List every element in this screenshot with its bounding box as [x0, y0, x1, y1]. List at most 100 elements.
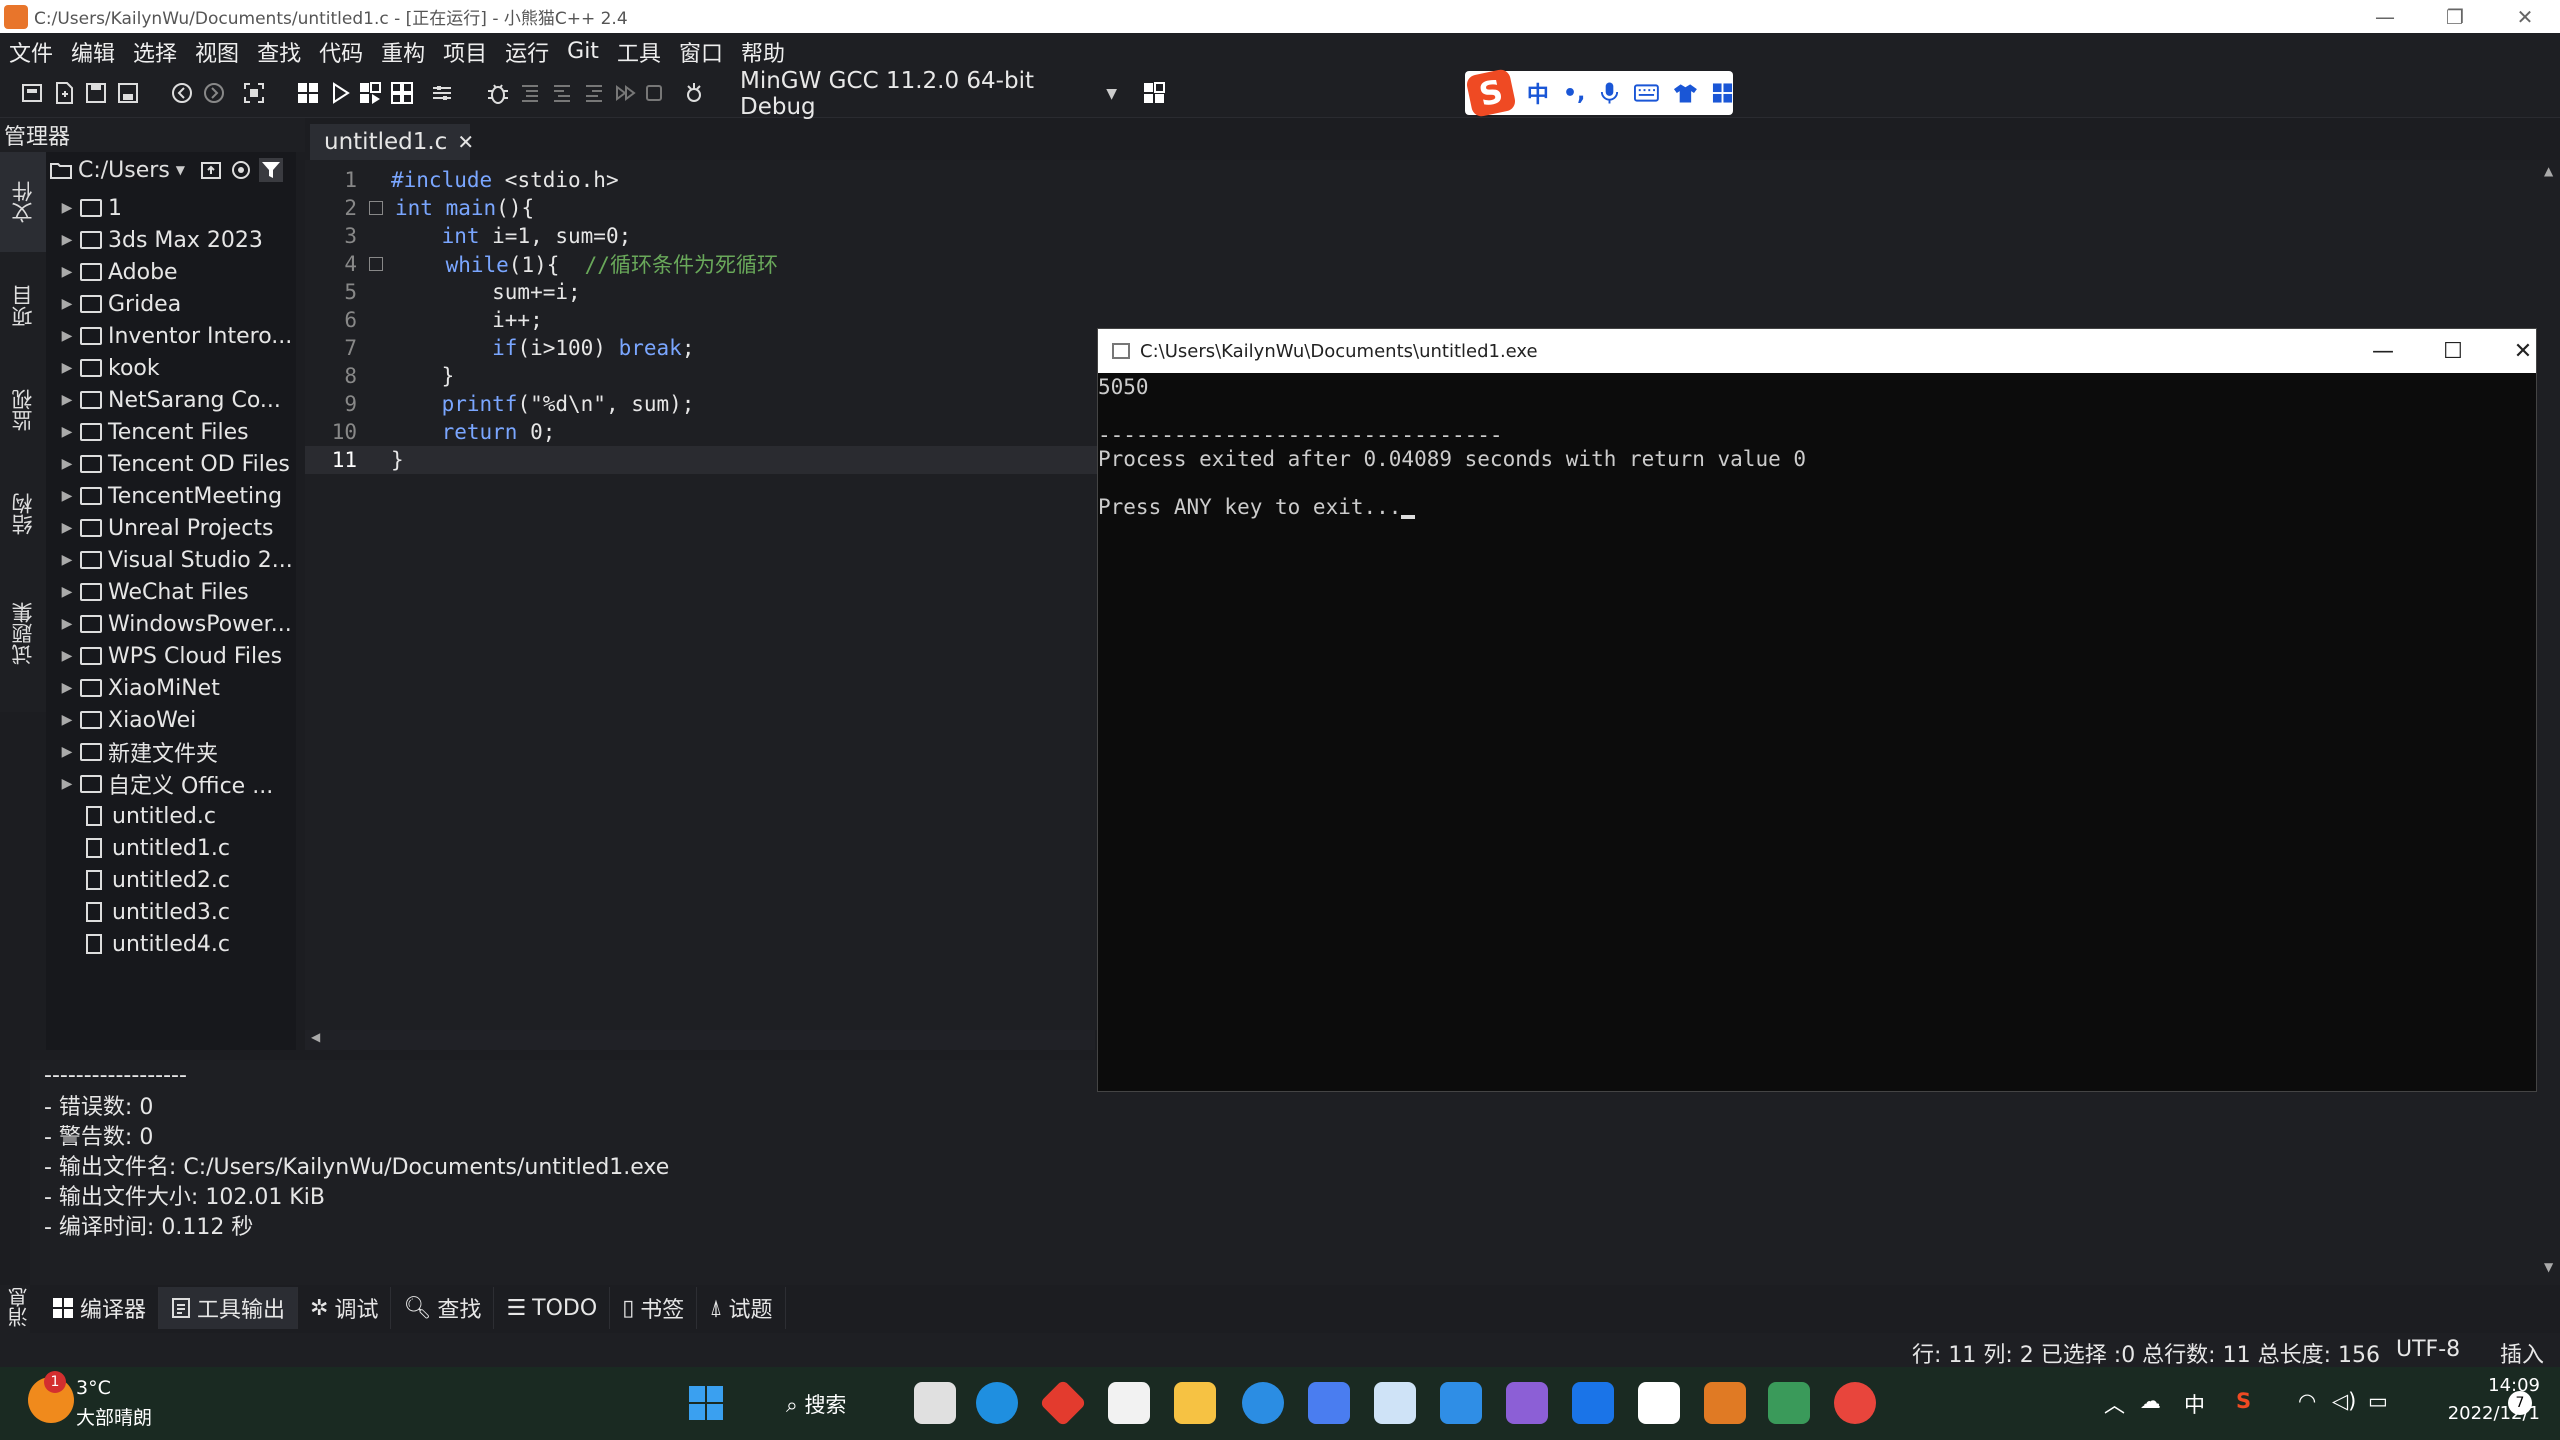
tab-compiler[interactable]: 编译器 — [40, 1287, 160, 1329]
close-icon[interactable]: ✕ — [457, 130, 474, 154]
console-close-button[interactable]: ✕ — [2488, 329, 2558, 373]
windows-start-icon[interactable] — [688, 1385, 724, 1421]
expand-arrow-icon[interactable]: ▶ — [56, 456, 78, 472]
editor-tab[interactable]: untitled1.c ✕ — [310, 124, 474, 160]
keyboard-icon[interactable] — [1634, 82, 1660, 104]
continue-icon[interactable] — [612, 79, 640, 107]
tree-folder-item[interactable]: ▶ XiaoWei — [46, 704, 296, 736]
tree-file-item[interactable]: untitled1.c — [46, 832, 296, 864]
step-into-icon[interactable] — [548, 79, 576, 107]
close-button[interactable]: ✕ — [2490, 0, 2560, 33]
debug-icon[interactable] — [484, 79, 512, 107]
tree-folder-item[interactable]: ▶ Adobe — [46, 256, 296, 288]
volume-icon[interactable]: ◁) — [2332, 1389, 2356, 1413]
menu-file[interactable]: 文件 — [0, 36, 62, 68]
notification-badge[interactable]: 7 — [2508, 1391, 2532, 1415]
compile-run-icon[interactable] — [356, 79, 384, 107]
sogou-tray-icon[interactable]: S — [2236, 1389, 2251, 1413]
tab-tool-output[interactable]: 工具输出 — [159, 1287, 299, 1329]
menu-help[interactable]: 帮助 — [732, 36, 794, 68]
expand-arrow-icon[interactable]: ▶ — [56, 232, 78, 248]
encoding-status[interactable]: UTF-8 — [2396, 1337, 2460, 1362]
code-line[interactable]: 7 if(i>100) break; — [305, 334, 1105, 362]
code-line[interactable]: 10 return 0; — [305, 418, 1105, 446]
skin-icon[interactable] — [1673, 82, 1698, 104]
tree-folder-item[interactable]: ▶ Unreal Projects — [46, 512, 296, 544]
compile-icon[interactable] — [294, 79, 322, 107]
code-line[interactable]: 11} — [305, 446, 1105, 474]
tree-folder-item[interactable]: ▶ WeChat Files — [46, 576, 296, 608]
tab-todo[interactable]: ☰ TODO — [494, 1287, 611, 1329]
expand-arrow-icon[interactable]: ▶ — [56, 520, 78, 536]
tool-icon[interactable] — [680, 79, 708, 107]
code-line[interactable]: 1 #include <stdio.h> — [305, 166, 1105, 194]
minimize-button[interactable]: — — [2350, 0, 2420, 33]
app-arrow-icon[interactable] — [1572, 1382, 1614, 1424]
tab-problem[interactable]: ⍋ 试题 — [697, 1287, 786, 1329]
console-window[interactable]: C:\Users\KailynWu\Documents\untitled1.ex… — [1097, 328, 2537, 1092]
app-cube-icon[interactable] — [1308, 1382, 1350, 1424]
ime-punct[interactable]: •, — [1563, 81, 1585, 106]
menu-select[interactable]: 选择 — [124, 36, 186, 68]
filter-icon[interactable] — [259, 158, 284, 182]
step-out-icon[interactable] — [580, 79, 608, 107]
code-line[interactable]: 2 int main(){ — [305, 194, 1105, 222]
expand-arrow-icon[interactable]: ▶ — [56, 328, 78, 344]
expand-arrow-icon[interactable]: ▶ — [56, 680, 78, 696]
chevron-up-icon[interactable]: ︿ — [2104, 1389, 2125, 1419]
forward-icon[interactable] — [200, 79, 228, 107]
rebuild-icon[interactable] — [388, 79, 416, 107]
expand-arrow-icon[interactable]: ▶ — [56, 424, 78, 440]
ime-lang[interactable]: 中 — [1527, 77, 1549, 109]
edge-icon[interactable] — [976, 1382, 1018, 1424]
tree-folder-item[interactable]: ▶ 3ds Max 2023 — [46, 224, 296, 256]
menu-view[interactable]: 视图 — [186, 36, 248, 68]
new-project-icon[interactable] — [18, 79, 46, 107]
menu-find[interactable]: 查找 — [248, 36, 310, 68]
locate-icon[interactable] — [229, 158, 253, 182]
fullscreen-icon[interactable] — [240, 79, 268, 107]
cloud-icon[interactable]: ☁ — [2140, 1389, 2161, 1413]
scroll-up-icon[interactable]: ▲ — [2544, 164, 2553, 178]
vtab-files[interactable]: 文件 — [0, 152, 46, 252]
ime-indicator[interactable]: 中 — [2184, 1389, 2205, 1419]
visual-studio-icon[interactable] — [1506, 1382, 1548, 1424]
menu-edit[interactable]: 编辑 — [62, 36, 124, 68]
tab-debug[interactable]: ✲ 调试 — [298, 1287, 392, 1329]
menu-refactor[interactable]: 重构 — [372, 36, 434, 68]
vtab-project[interactable]: 项目 — [0, 256, 46, 356]
expand-arrow-icon[interactable]: ▶ — [56, 360, 78, 376]
code-line[interactable]: 9 printf("%d\n", sum); — [305, 390, 1105, 418]
menu-git[interactable]: Git — [558, 39, 608, 64]
expand-arrow-icon[interactable]: ▶ — [56, 296, 78, 312]
tab-find[interactable]: 🔍︎ 查找 — [391, 1287, 495, 1329]
tree-folder-item[interactable]: ▶ XiaoMiNet — [46, 672, 296, 704]
typora-icon[interactable] — [1638, 1382, 1680, 1424]
menu-run[interactable]: 运行 — [496, 36, 558, 68]
expand-arrow-icon[interactable]: ▶ — [56, 200, 78, 216]
options-icon[interactable] — [428, 79, 456, 107]
expand-arrow-icon[interactable]: ▶ — [56, 744, 78, 760]
expand-arrow-icon[interactable]: ▶ — [56, 648, 78, 664]
expand-arrow-icon[interactable]: ▶ — [56, 712, 78, 728]
taskbar-search[interactable]: ⌕ 搜索 — [786, 1389, 846, 1419]
tree-folder-item[interactable]: ▶ Tencent Files — [46, 416, 296, 448]
expand-arrow-icon[interactable]: ▶ — [56, 392, 78, 408]
microphone-icon[interactable] — [1599, 80, 1620, 106]
tree-folder-item[interactable]: ▶ Visual Studio 2... — [46, 544, 296, 576]
run-icon[interactable] — [326, 79, 354, 107]
code-line[interactable]: 8 } — [305, 362, 1105, 390]
battery-icon[interactable]: ▭ — [2368, 1389, 2388, 1413]
tree-folder-item[interactable]: ▶ 自定义 Office ... — [46, 768, 296, 800]
help-icon[interactable] — [1242, 1382, 1284, 1424]
save-icon[interactable] — [114, 79, 142, 107]
code-line[interactable]: 6 i++; — [305, 306, 1105, 334]
terminal-icon[interactable] — [1768, 1382, 1810, 1424]
code-line[interactable]: 5 sum+=i; — [305, 278, 1105, 306]
expand-arrow-icon[interactable]: ▶ — [56, 264, 78, 280]
tree-folder-item[interactable]: ▶ WPS Cloud Files — [46, 640, 296, 672]
tree-folder-item[interactable]: ▶ kook — [46, 352, 296, 384]
maximize-button[interactable]: ❐ — [2420, 0, 2490, 33]
expand-arrow-icon[interactable]: ▶ — [56, 488, 78, 504]
devcpp-icon[interactable] — [1704, 1382, 1746, 1424]
